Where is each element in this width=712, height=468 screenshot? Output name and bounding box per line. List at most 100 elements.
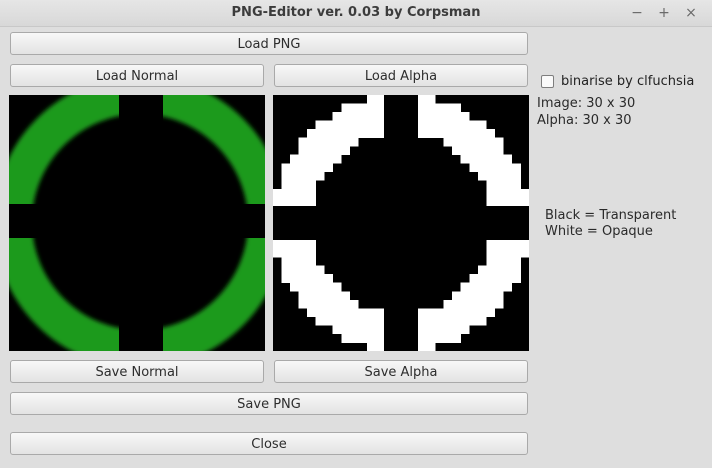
alpha-pixel bbox=[486, 274, 496, 284]
alpha-pixel bbox=[349, 333, 359, 343]
alpha-pixel bbox=[315, 154, 325, 164]
alpha-pixel bbox=[366, 342, 376, 351]
alpha-pixel bbox=[290, 180, 299, 190]
alpha-pixel bbox=[460, 120, 470, 130]
alpha-pixel bbox=[460, 282, 470, 292]
alpha-pixel bbox=[307, 137, 316, 147]
alpha-pixel bbox=[460, 137, 470, 147]
alpha-pixel bbox=[332, 316, 342, 326]
alpha-pixel bbox=[486, 154, 496, 164]
alpha-pixel bbox=[281, 171, 291, 181]
alpha-pixel bbox=[290, 282, 299, 292]
alpha-pixel bbox=[281, 248, 291, 258]
alpha-pixel bbox=[486, 265, 496, 275]
alpha-pixel bbox=[290, 163, 299, 173]
alpha-pixel bbox=[307, 197, 316, 207]
alpha-pixel bbox=[452, 333, 462, 343]
alpha-pixel bbox=[435, 120, 444, 130]
alpha-pixel bbox=[332, 120, 342, 130]
alpha-pixel bbox=[307, 129, 316, 138]
alpha-pixel bbox=[366, 316, 376, 326]
alpha-pixel bbox=[307, 248, 316, 258]
alpha-pixel bbox=[486, 163, 496, 173]
alpha-pixel bbox=[358, 316, 368, 326]
binarise-checkbox[interactable] bbox=[541, 75, 554, 88]
alpha-pixel bbox=[366, 308, 376, 318]
alpha-pixel bbox=[477, 154, 487, 164]
alpha-pixel bbox=[511, 257, 521, 266]
save-normal-button[interactable]: Save Normal bbox=[10, 360, 264, 383]
alpha-pixel bbox=[469, 282, 479, 292]
alpha-pixel bbox=[281, 257, 291, 266]
alpha-pixel bbox=[426, 120, 436, 130]
alpha-pixel bbox=[366, 103, 376, 113]
alpha-pixel bbox=[426, 129, 436, 138]
alpha-pixel bbox=[503, 163, 513, 173]
alpha-pixel bbox=[307, 282, 316, 292]
alpha-pixel bbox=[298, 197, 308, 207]
alpha-pixel bbox=[332, 137, 342, 147]
alpha-pixel bbox=[418, 95, 427, 104]
alpha-pixel bbox=[375, 342, 385, 351]
alpha-pixel bbox=[349, 308, 359, 318]
alpha-pixel bbox=[486, 299, 496, 309]
alpha-pixel bbox=[477, 129, 487, 138]
binarise-label: binarise by clfuchsia bbox=[561, 74, 695, 89]
alpha-pixel bbox=[511, 197, 521, 207]
alpha-pixel bbox=[281, 180, 291, 190]
alpha-pixel bbox=[324, 274, 334, 284]
save-alpha-button[interactable]: Save Alpha bbox=[274, 360, 528, 383]
image-size-text: Image: 30 x 30 bbox=[537, 96, 636, 111]
alpha-pixel bbox=[503, 265, 513, 275]
titlebar[interactable]: PNG-Editor ver. 0.03 by Corpsman − + × bbox=[0, 0, 712, 27]
alpha-pixel bbox=[366, 95, 376, 104]
alpha-pixel bbox=[290, 188, 299, 198]
alpha-pixel bbox=[349, 103, 359, 113]
alpha-pixel bbox=[366, 129, 376, 138]
alpha-pixel bbox=[443, 120, 453, 130]
alpha-pixel bbox=[494, 163, 504, 173]
alpha-pixel bbox=[349, 137, 359, 147]
alpha-pixel bbox=[298, 146, 308, 156]
alpha-pixel bbox=[366, 325, 376, 335]
minimize-icon[interactable]: − bbox=[628, 4, 646, 22]
alpha-pixel bbox=[349, 316, 359, 326]
alpha-pixel bbox=[511, 248, 521, 258]
alpha-pixel bbox=[426, 333, 436, 343]
alpha-pixel bbox=[418, 308, 427, 318]
load-normal-button[interactable]: Load Normal bbox=[10, 64, 264, 87]
alpha-pixel bbox=[298, 240, 308, 249]
alpha-pixel bbox=[307, 146, 316, 156]
alpha-pixel bbox=[452, 120, 462, 130]
alpha-pixel bbox=[494, 248, 504, 258]
alpha-pixel bbox=[341, 137, 351, 147]
load-png-button[interactable]: Load PNG bbox=[10, 32, 528, 55]
alpha-pixel bbox=[298, 137, 308, 147]
save-png-button[interactable]: Save PNG bbox=[10, 392, 528, 415]
alpha-pixel bbox=[358, 308, 368, 318]
alpha-pixel bbox=[324, 129, 334, 138]
alpha-pixel bbox=[494, 299, 504, 309]
alpha-pixel bbox=[477, 146, 487, 156]
legend-white-text: White = Opaque bbox=[545, 224, 653, 239]
alpha-pixel bbox=[324, 308, 334, 318]
alpha-pixel bbox=[511, 163, 521, 173]
alpha-pixel bbox=[290, 154, 299, 164]
alpha-pixel bbox=[298, 282, 308, 292]
load-alpha-button[interactable]: Load Alpha bbox=[274, 64, 528, 87]
alpha-pixel bbox=[418, 333, 427, 343]
alpha-pixel bbox=[469, 291, 479, 301]
close-window-icon[interactable]: × bbox=[682, 4, 700, 22]
alpha-pixel bbox=[290, 265, 299, 275]
alpha-pixel bbox=[315, 137, 325, 147]
alpha-pixel bbox=[298, 248, 308, 258]
alpha-pixel bbox=[341, 325, 351, 335]
alpha-pixel bbox=[341, 333, 351, 343]
alpha-pixel bbox=[469, 146, 479, 156]
alpha-pixel bbox=[426, 325, 436, 335]
alpha-pixel bbox=[477, 120, 487, 130]
maximize-icon[interactable]: + bbox=[655, 4, 673, 22]
close-button[interactable]: Close bbox=[10, 432, 528, 455]
alpha-pixel bbox=[486, 146, 496, 156]
alpha-pixel bbox=[324, 291, 334, 301]
